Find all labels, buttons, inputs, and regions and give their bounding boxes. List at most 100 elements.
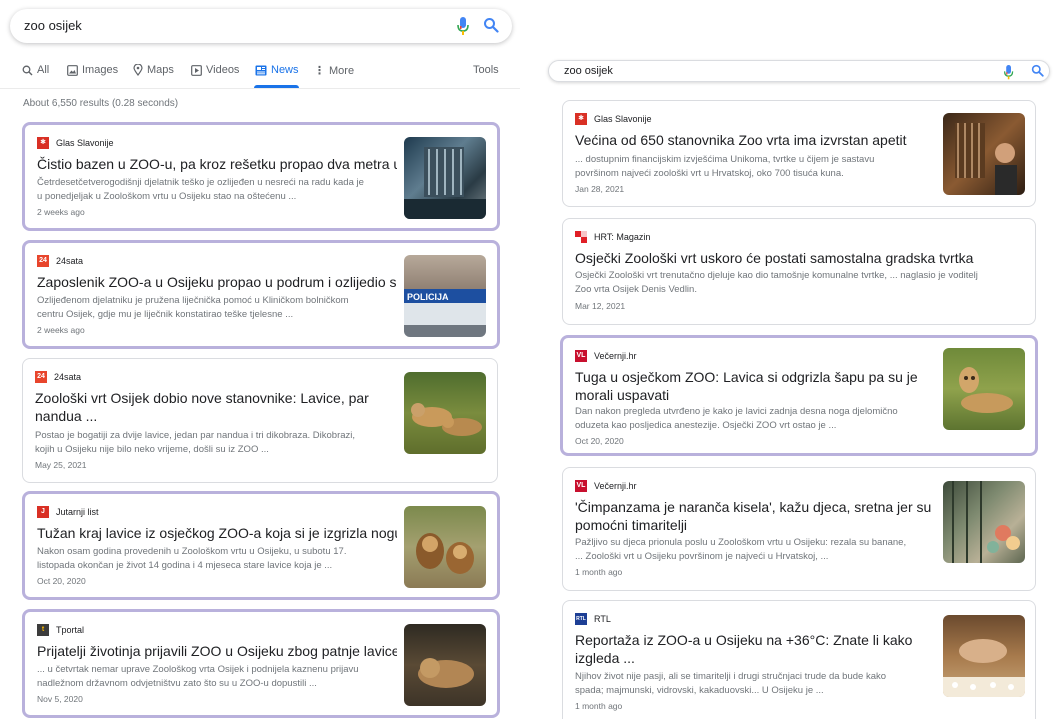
source-name: 24sata <box>56 256 84 266</box>
result-thumbnail[interactable] <box>404 372 486 454</box>
tools-label: Tools <box>473 64 499 76</box>
source-logo-icon: VL <box>575 350 587 362</box>
source-logo-icon: t <box>37 624 49 636</box>
lioness-photo <box>959 367 1013 413</box>
video-icon <box>191 64 202 76</box>
result-date: Oct 20, 2020 <box>37 576 86 586</box>
news-result-card[interactable]: RTL RTL Reportaža iz ZOO-a u Osijeku na … <box>562 600 1036 719</box>
source-name: Večernji.hr <box>594 351 637 361</box>
result-thumbnail[interactable] <box>943 481 1025 563</box>
news-icon <box>255 65 267 75</box>
news-source: ✱ Glas Slavonije <box>37 137 114 149</box>
microphone-icon[interactable] <box>1003 65 1014 80</box>
result-date: Oct 20, 2020 <box>575 436 624 446</box>
lioness-lying-photo <box>418 658 474 688</box>
search-input[interactable]: zoo osijek <box>564 65 613 77</box>
news-result-card[interactable]: VL Večernji.hr 'Čimpanzama je naranča ki… <box>562 467 1036 591</box>
search-icon[interactable] <box>483 17 499 33</box>
search-box[interactable]: zoo osijek <box>548 60 1050 82</box>
result-title[interactable]: Zaposlenik ZOO-a u Osijeku propao u podr… <box>37 273 397 291</box>
tab-all[interactable]: All <box>22 64 49 76</box>
result-title[interactable]: Tuga u osječkom ZOO: Lavica si odgrizla … <box>575 368 925 386</box>
result-title-line2[interactable]: pomoćni timaritelji <box>575 516 935 534</box>
news-result-card[interactable]: 24 24sata Zoološki vrt Osijek dobio nove… <box>22 358 498 483</box>
result-thumbnail[interactable] <box>943 113 1025 195</box>
result-snippet: Osječki Zoološki vrt trenutačno djeluje … <box>575 270 978 281</box>
result-snippet: Dan nakon pregleda utvrđeno je kako je l… <box>575 406 898 417</box>
result-title-line2[interactable]: morali uspavati <box>575 386 925 404</box>
source-logo-icon: ✱ <box>575 113 587 125</box>
source-name: Glas Slavonije <box>56 138 114 148</box>
result-snippet: Nakon osam godina provedenih u Zoološkom… <box>37 546 347 557</box>
news-result-card[interactable]: ✱ Glas Slavonije Većina od 650 stanovnik… <box>562 100 1036 207</box>
result-date: May 25, 2021 <box>35 460 87 470</box>
result-thumbnail[interactable] <box>404 506 486 588</box>
news-result-card[interactable]: t Tportal Prijatelji životinja prijavili… <box>22 609 500 718</box>
tools-button[interactable]: Tools <box>473 64 499 76</box>
result-snippet: Pažljivo su djeca prionula poslu u Zoolo… <box>575 537 907 548</box>
source-name: RTL <box>594 614 611 624</box>
result-date: Jan 28, 2021 <box>575 184 625 194</box>
result-title[interactable]: Prijatelji životinja prijavili ZOO u Osi… <box>37 642 397 660</box>
search-icon[interactable] <box>1031 64 1044 77</box>
result-snippet: oduzeta kao posljedica anestezije. Osječ… <box>575 420 837 431</box>
result-snippet: Njihov život nije pasji, ali se timarite… <box>575 671 887 682</box>
tab-news[interactable]: News <box>255 64 299 76</box>
result-thumbnail[interactable]: POLICIJA <box>404 255 486 337</box>
tab-images[interactable]: Images <box>67 64 118 76</box>
result-snippet: Postao je bogatiji za dvije lavice, jeda… <box>35 430 356 441</box>
result-thumbnail[interactable] <box>404 624 486 706</box>
more-icon: ⋮ <box>314 65 325 77</box>
result-snippet: Zoo vrta Osijek Denis Vedlin. <box>575 284 697 295</box>
news-result-card[interactable]: VL Večernji.hr Tuga u osječkom ZOO: Lavi… <box>560 335 1038 456</box>
tab-label: Maps <box>147 64 174 76</box>
result-thumbnail[interactable] <box>943 615 1025 697</box>
news-source: HRT: Magazin <box>575 231 650 243</box>
source-logo-icon: RTL <box>575 613 587 625</box>
result-title[interactable]: Reportaža iz ZOO-a u Osijeku na +36°C: Z… <box>575 631 935 649</box>
search-input[interactable]: zoo osijek <box>24 18 82 33</box>
news-source: VL Večernji.hr <box>575 350 637 362</box>
news-source: 24 24sata <box>37 255 83 267</box>
source-logo-icon: 24 <box>37 255 49 267</box>
news-source: RTL RTL <box>575 613 611 625</box>
source-logo-icon: VL <box>575 480 587 492</box>
result-title[interactable]: Tužan kraj lavice iz osječkog ZOO-a koja… <box>37 524 397 542</box>
news-source: ✱ Glas Slavonije <box>575 113 652 125</box>
tab-more[interactable]: ⋮ More <box>314 64 355 78</box>
result-thumbnail[interactable] <box>943 348 1025 430</box>
result-stats: About 6,550 results (0.28 seconds) <box>23 98 179 109</box>
result-title[interactable]: 'Čimpanzama je naranča kisela', kažu dje… <box>575 498 935 516</box>
source-logo-icon: J <box>37 506 49 518</box>
news-result-card[interactable]: ✱ Glas Slavonije Čistio bazen u ZOO-u, p… <box>22 122 500 231</box>
police-car-photo: POLICIJA <box>404 289 486 337</box>
tabs-divider <box>0 88 520 89</box>
result-title[interactable]: Zoološki vrt Osijek dobio nove stanovnik… <box>35 389 395 407</box>
result-snippet: Ozlijeđenom djelatniku je pružena liječn… <box>37 295 349 306</box>
result-date: 1 month ago <box>575 567 623 577</box>
search-icon <box>22 65 33 75</box>
tab-label: More <box>329 64 355 77</box>
result-snippet: centru Osijek, gdje mu je liječnik konst… <box>37 309 294 320</box>
news-result-card[interactable]: HRT: Magazin Osječki Zoološki vrt uskoro… <box>562 218 1036 325</box>
news-source: J Jutarnji list <box>37 506 99 518</box>
result-date: 2 weeks ago <box>37 325 85 335</box>
source-logo-icon <box>575 231 587 243</box>
result-snippet: Četrdesetčetverogodišnji djelatnik teško… <box>37 177 364 188</box>
search-box[interactable]: zoo osijek <box>10 9 512 43</box>
tab-videos[interactable]: Videos <box>191 64 239 76</box>
result-thumbnail[interactable] <box>404 137 486 219</box>
result-title-line2[interactable]: izgleda ... <box>575 649 935 667</box>
result-title[interactable]: Čistio bazen u ZOO-u, pa kroz rešetku pr… <box>37 155 397 173</box>
news-result-card[interactable]: J Jutarnji list Tužan kraj lavice iz osj… <box>22 491 500 600</box>
result-title-line2[interactable]: nandua ... <box>35 407 395 425</box>
result-title[interactable]: Osječki Zoološki vrt uskoro će postati s… <box>575 249 1015 267</box>
tab-maps[interactable]: Maps <box>133 64 174 76</box>
result-title[interactable]: Većina od 650 stanovnika Zoo vrta ima iz… <box>575 131 940 149</box>
tab-label: News <box>271 64 299 76</box>
left-results-panel: zoo osijek All Images Maps Videos News ⋮… <box>0 0 520 719</box>
microphone-icon[interactable] <box>456 17 470 35</box>
tab-label: All <box>37 64 50 76</box>
result-snippet: ... u četvrtak nemar uprave Zoološkog vr… <box>37 664 359 675</box>
news-result-card[interactable]: 24 24sata Zaposlenik ZOO-a u Osijeku pro… <box>22 240 500 349</box>
